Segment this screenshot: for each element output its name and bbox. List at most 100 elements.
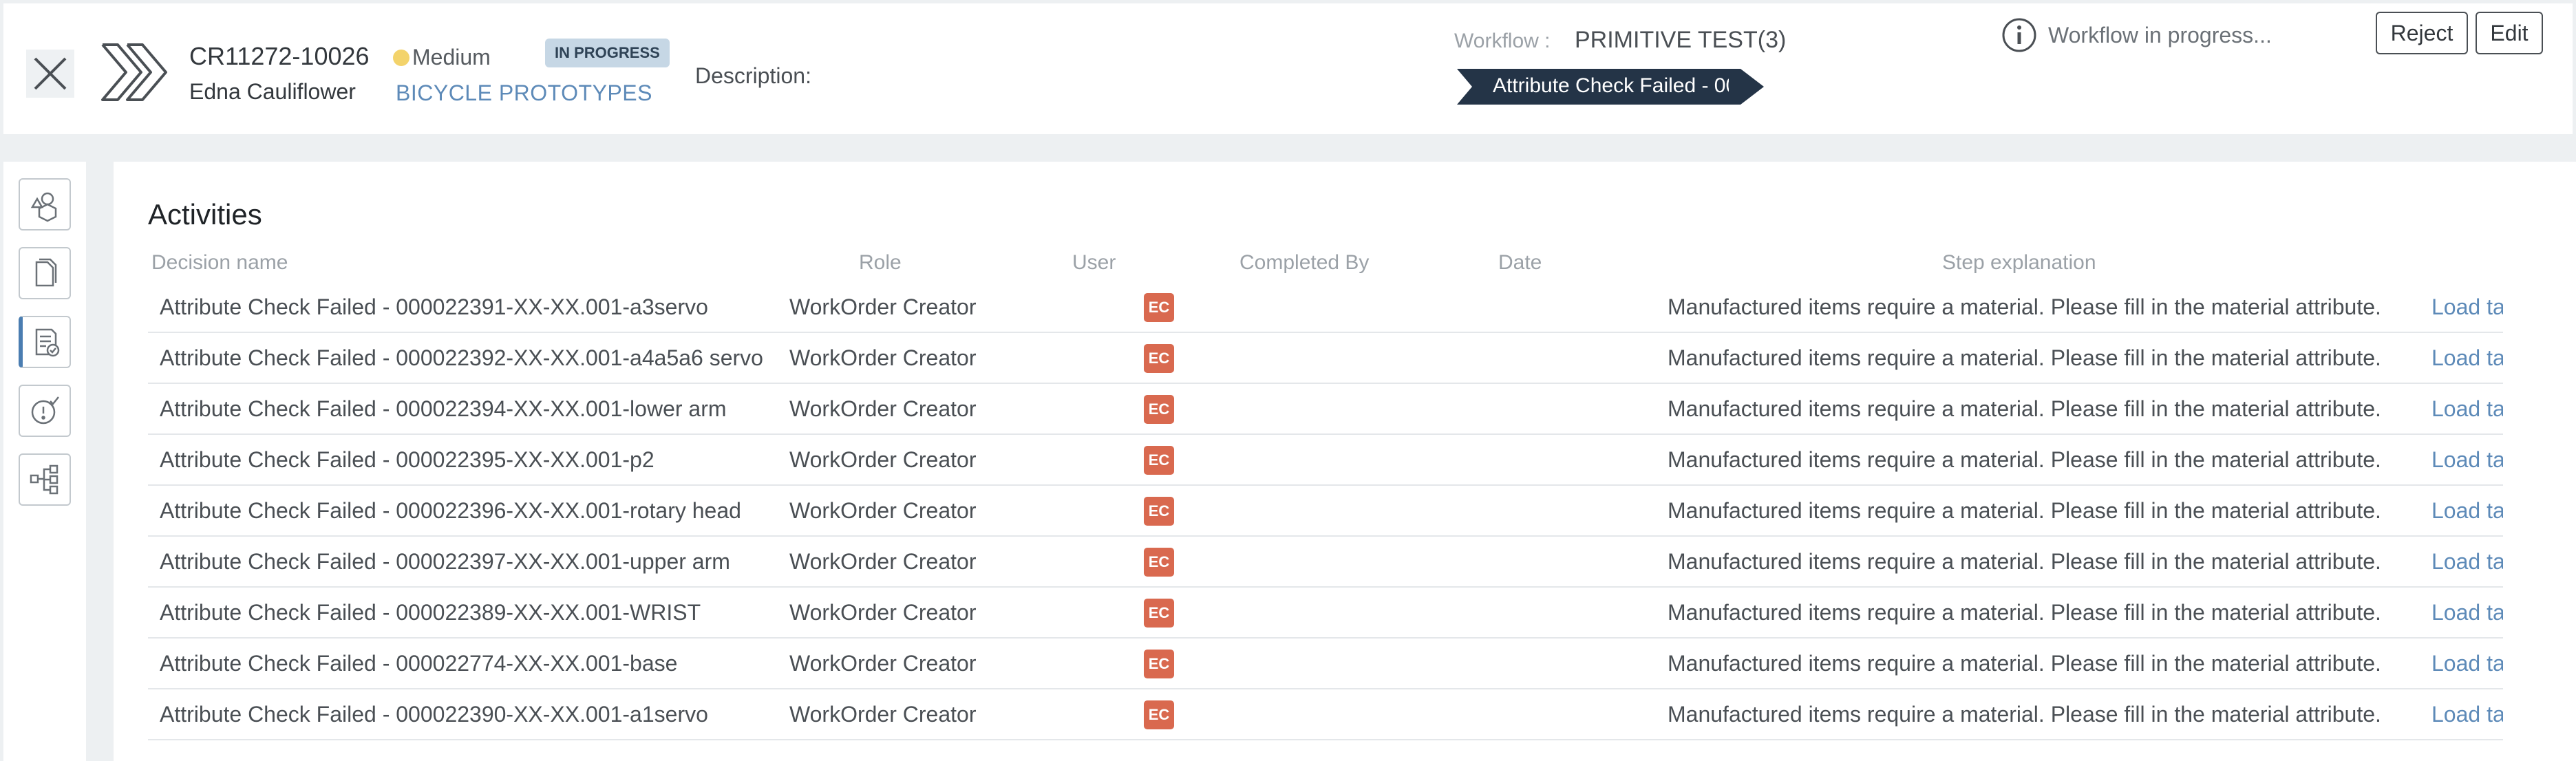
user-cell: EC [1144, 548, 1174, 577]
column-header-date[interactable]: Date [1498, 251, 1542, 275]
load-task-link[interactable]: Load task [2431, 537, 2503, 586]
edit-button[interactable]: Edit [2476, 12, 2543, 54]
load-task-link[interactable]: Load task [2431, 384, 2503, 433]
step-explanation: Manufactured items require a material. P… [1668, 447, 2381, 472]
role: WorkOrder Creator [789, 498, 977, 523]
tab-affected-items[interactable] [19, 178, 71, 231]
info-icon [2002, 18, 2036, 52]
activities-table: Attribute Check Failed - 000022391-XX-XX… [148, 282, 2503, 740]
decision-name: Attribute Check Failed - 000022389-XX-XX… [160, 600, 701, 625]
avatar[interactable]: EC [1144, 599, 1174, 628]
priority-dot-icon [393, 49, 409, 66]
step-explanation: Manufactured items require a material. P… [1668, 345, 2381, 370]
user-cell: EC [1144, 446, 1174, 475]
role: WorkOrder Creator [789, 396, 977, 421]
user-cell: EC [1144, 700, 1174, 729]
table-row[interactable]: Attribute Check Failed - 000022394-XX-XX… [148, 384, 2503, 435]
decision-name: Attribute Check Failed - 000022396-XX-XX… [160, 498, 741, 523]
column-header-completed-by[interactable]: Completed By [1239, 251, 1369, 275]
workflow-label: Workflow : [1454, 30, 1551, 52]
role: WorkOrder Creator [789, 600, 977, 625]
step-explanation: Manufactured items require a material. P… [1668, 651, 2381, 676]
decision-name: Attribute Check Failed - 000022397-XX-XX… [160, 549, 730, 574]
role: WorkOrder Creator [789, 651, 977, 676]
table-row[interactable]: Attribute Check Failed - 000022391-XX-XX… [148, 282, 2503, 333]
step-explanation: Manufactured items require a material. P… [1668, 600, 2381, 625]
activities-icon [35, 328, 60, 357]
change-request-id: CR11272-10026 [189, 42, 370, 70]
decision-name: Attribute Check Failed - 000022394-XX-XX… [160, 396, 727, 421]
workflow-name: PRIMITIVE TEST(3) [1575, 27, 1787, 53]
role: WorkOrder Creator [789, 549, 977, 574]
change-request-type-icon [101, 43, 167, 101]
project-link[interactable]: BICYCLE PROTOTYPES [396, 81, 652, 106]
table-row[interactable]: Attribute Check Failed - 000022389-XX-XX… [148, 588, 2503, 639]
load-task-link[interactable]: Load task [2431, 689, 2503, 739]
user-cell: EC [1144, 650, 1174, 678]
approval-icon [31, 396, 59, 425]
owner-name: Edna Cauliflower [189, 79, 356, 104]
user-cell: EC [1144, 293, 1174, 322]
column-header-user[interactable]: User [1072, 251, 1116, 275]
table-row[interactable]: Attribute Check Failed - 000022397-XX-XX… [148, 537, 2503, 588]
tab-documents[interactable] [19, 247, 71, 299]
tab-activities[interactable] [19, 316, 71, 368]
user-cell: EC [1144, 497, 1174, 526]
table-row[interactable]: Attribute Check Failed - 000022396-XX-XX… [148, 486, 2503, 537]
avatar[interactable]: EC [1144, 446, 1174, 475]
tab-structure[interactable] [19, 453, 71, 506]
decision-name: Attribute Check Failed - 000022391-XX-XX… [160, 294, 708, 319]
load-task-link[interactable]: Load task [2431, 588, 2503, 637]
user-cell: EC [1144, 395, 1174, 424]
avatar[interactable]: EC [1144, 293, 1174, 322]
decision-name: Attribute Check Failed - 000022392-XX-XX… [160, 345, 763, 370]
user-cell: EC [1144, 344, 1174, 373]
step-explanation: Manufactured items require a material. P… [1668, 498, 2381, 523]
shapes-icon [30, 192, 57, 222]
load-task-link[interactable]: Load task [2431, 282, 2503, 332]
column-header-role[interactable]: Role [859, 251, 902, 275]
load-task-link[interactable]: Load task [2431, 639, 2503, 688]
avatar[interactable]: EC [1144, 497, 1174, 526]
load-task-link[interactable]: Load task [2431, 486, 2503, 535]
description-label: Description: [695, 63, 811, 88]
decision-name: Attribute Check Failed - 000022390-XX-XX… [160, 702, 708, 727]
avatar[interactable]: EC [1144, 700, 1174, 729]
role: WorkOrder Creator [789, 294, 977, 319]
reject-button[interactable]: Reject [2376, 12, 2468, 54]
workflow-status-text: Workflow in progress... [2048, 23, 2272, 47]
change-request-header: CR11272-10026 Edna Cauliflower Medium BI… [3, 3, 2573, 134]
status-badge: IN PROGRESS [545, 39, 670, 67]
step-explanation: Manufactured items require a material. P… [1668, 294, 2381, 319]
priority-indicator: Medium [393, 45, 491, 70]
avatar[interactable]: EC [1144, 548, 1174, 577]
avatar[interactable]: EC [1144, 395, 1174, 424]
decision-name: Attribute Check Failed - 000022395-XX-XX… [160, 447, 654, 472]
role: WorkOrder Creator [789, 702, 977, 727]
avatar[interactable]: EC [1144, 650, 1174, 678]
step-explanation: Manufactured items require a material. P… [1668, 396, 2381, 421]
avatar[interactable]: EC [1144, 344, 1174, 373]
page-title: Activities [148, 198, 262, 231]
close-button[interactable] [26, 50, 74, 98]
column-header-decision-name[interactable]: Decision name [151, 251, 288, 275]
load-task-link[interactable]: Load task [2431, 333, 2503, 383]
step-explanation: Manufactured items require a material. P… [1668, 702, 2381, 727]
load-task-link[interactable]: Load task [2431, 435, 2503, 484]
table-row[interactable]: Attribute Check Failed - 000022395-XX-XX… [148, 435, 2503, 486]
role: WorkOrder Creator [789, 447, 977, 472]
table-row[interactable]: Attribute Check Failed - 000022392-XX-XX… [148, 333, 2503, 384]
tab-approvals[interactable] [19, 385, 71, 437]
documents-icon [35, 258, 57, 287]
workflow-current-step: Attribute Check Failed - 0001 [1493, 74, 1729, 97]
priority-label: Medium [412, 45, 491, 69]
role: WorkOrder Creator [789, 345, 977, 370]
table-row[interactable]: Attribute Check Failed - 000022774-XX-XX… [148, 639, 2503, 689]
side-toolbar [3, 162, 86, 761]
step-explanation: Manufactured items require a material. P… [1668, 549, 2381, 574]
table-row[interactable]: Attribute Check Failed - 000022390-XX-XX… [148, 689, 2503, 740]
user-cell: EC [1144, 599, 1174, 628]
activities-panel: Activities Decision name Role User Compl… [114, 162, 2576, 761]
decision-name: Attribute Check Failed - 000022774-XX-XX… [160, 651, 678, 676]
column-header-step-explanation[interactable]: Step explanation [1942, 251, 2096, 275]
